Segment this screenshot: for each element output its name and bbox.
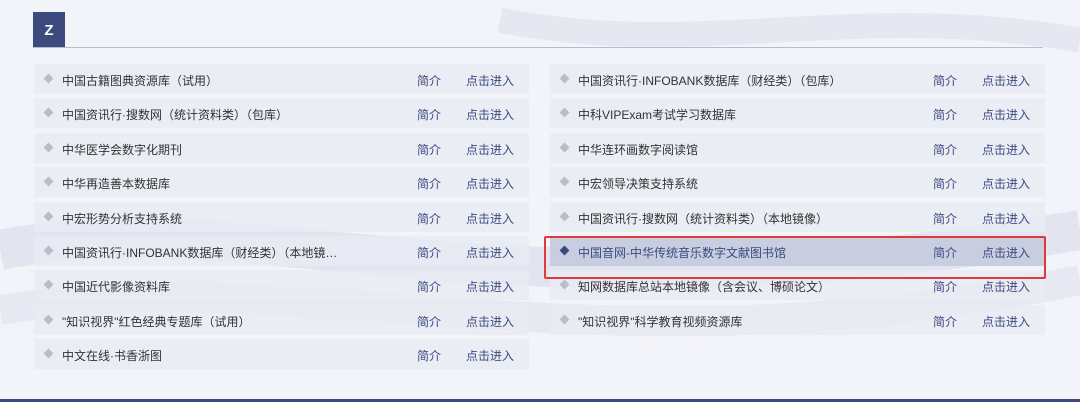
- enter-link[interactable]: 点击进入: [466, 347, 514, 364]
- database-row: 中宏领导决策支持系统 简介 点击进入: [550, 167, 1045, 198]
- database-title[interactable]: 中华医学会数字化期刊: [62, 141, 392, 158]
- database-row: 中国资讯行·INFOBANK数据库（财经类）（本地镜… 简介 点击进入: [34, 235, 529, 266]
- database-title[interactable]: 中文在线·书香浙图: [62, 347, 392, 364]
- enter-link[interactable]: 点击进入: [466, 313, 514, 330]
- intro-link[interactable]: 简介: [933, 210, 957, 227]
- diamond-bullet-icon: [43, 314, 54, 325]
- enter-link[interactable]: 点击进入: [466, 141, 514, 158]
- intro-link[interactable]: 简介: [417, 313, 441, 330]
- enter-link[interactable]: 点击进入: [982, 175, 1030, 192]
- enter-link[interactable]: 点击进入: [982, 210, 1030, 227]
- database-title[interactable]: 中科VIPExam考试学习数据库: [578, 106, 908, 123]
- database-row: 中国资讯行·搜数网（统计资料类）（包库） 简介 点击进入: [34, 98, 529, 129]
- enter-link[interactable]: 点击进入: [982, 278, 1030, 295]
- enter-link[interactable]: 点击进入: [982, 72, 1030, 89]
- database-row: 中华医学会数字化期刊 简介 点击进入: [34, 132, 529, 163]
- database-row: 中国古籍图典资源库（试用） 简介 点击进入: [34, 64, 529, 94]
- diamond-bullet-icon: [43, 279, 54, 290]
- database-title[interactable]: 中国资讯行·INFOBANK数据库（财经类）（本地镜…: [62, 244, 392, 261]
- database-row-active: 中国音网-中华传统音乐数字文献图书馆 简介 点击进入: [550, 235, 1045, 266]
- intro-link[interactable]: 简介: [417, 347, 441, 364]
- diamond-bullet-icon: [559, 279, 570, 290]
- diamond-bullet-icon: [559, 245, 570, 256]
- database-row: "知识视界"科学教育视频资源库 简介 点击进入: [550, 304, 1045, 335]
- left-database-list: 中国古籍图典资源库（试用） 简介 点击进入 中国资讯行·搜数网（统计资料类）（包库）…: [34, 64, 529, 374]
- database-row: 中科VIPExam考试学习数据库 简介 点击进入: [550, 98, 1045, 129]
- database-row: 中国近代影像资料库 简介 点击进入: [34, 270, 529, 301]
- intro-link[interactable]: 简介: [933, 313, 957, 330]
- diamond-bullet-icon: [43, 142, 54, 153]
- intro-link[interactable]: 简介: [933, 244, 957, 261]
- database-row: 中国资讯行·搜数网（统计资料类）（本地镜像） 简介 点击进入: [550, 201, 1045, 232]
- intro-link[interactable]: 简介: [417, 106, 441, 123]
- database-title[interactable]: 中国资讯行·搜数网（统计资料类）（本地镜像）: [578, 210, 908, 227]
- intro-link[interactable]: 简介: [933, 106, 957, 123]
- diamond-bullet-icon: [43, 176, 54, 187]
- database-title[interactable]: "知识视界"红色经典专题库（试用）: [62, 313, 392, 330]
- database-row: 中华连环画数字阅读馆 简介 点击进入: [550, 132, 1045, 163]
- diamond-bullet-icon: [559, 107, 570, 118]
- database-title[interactable]: 中国音网-中华传统音乐数字文献图书馆: [578, 244, 908, 261]
- diamond-bullet-icon: [43, 348, 54, 359]
- section-letter-tab: Z: [33, 12, 65, 48]
- enter-link[interactable]: 点击进入: [466, 244, 514, 261]
- diamond-bullet-icon: [559, 73, 570, 84]
- intro-link[interactable]: 简介: [933, 278, 957, 295]
- diamond-bullet-icon: [43, 245, 54, 256]
- enter-link[interactable]: 点击进入: [466, 175, 514, 192]
- diamond-bullet-icon: [559, 176, 570, 187]
- enter-link[interactable]: 点击进入: [466, 278, 514, 295]
- database-title[interactable]: 知网数据库总站本地镜像（含会议、博硕论文）: [578, 278, 908, 295]
- diamond-bullet-icon: [43, 211, 54, 222]
- database-row: 中华再造善本数据库 简介 点击进入: [34, 167, 529, 198]
- database-title[interactable]: 中华连环画数字阅读馆: [578, 141, 908, 158]
- intro-link[interactable]: 简介: [417, 175, 441, 192]
- diamond-bullet-icon: [559, 142, 570, 153]
- intro-link[interactable]: 简介: [933, 141, 957, 158]
- database-title[interactable]: 中宏形势分析支持系统: [62, 210, 392, 227]
- intro-link[interactable]: 简介: [417, 72, 441, 89]
- enter-link[interactable]: 点击进入: [982, 106, 1030, 123]
- database-row: 中国资讯行·INFOBANK数据库（财经类）（包库） 简介 点击进入: [550, 64, 1045, 94]
- diamond-bullet-icon: [43, 107, 54, 118]
- database-title[interactable]: 中国资讯行·搜数网（统计资料类）（包库）: [62, 106, 392, 123]
- intro-link[interactable]: 简介: [417, 210, 441, 227]
- diamond-bullet-icon: [43, 73, 54, 84]
- enter-link[interactable]: 点击进入: [466, 210, 514, 227]
- enter-link[interactable]: 点击进入: [466, 72, 514, 89]
- database-row: 中文在线·书香浙图 简介 点击进入: [34, 339, 529, 370]
- database-row: 知网数据库总站本地镜像（含会议、博硕论文） 简介 点击进入: [550, 270, 1045, 301]
- database-row: "知识视界"红色经典专题库（试用） 简介 点击进入: [34, 304, 529, 335]
- diamond-bullet-icon: [559, 314, 570, 325]
- diamond-bullet-icon: [559, 211, 570, 222]
- database-title[interactable]: 中国资讯行·INFOBANK数据库（财经类）（包库）: [578, 72, 908, 89]
- section-divider: [33, 47, 1043, 48]
- database-title[interactable]: 中国古籍图典资源库（试用）: [62, 72, 392, 89]
- database-title[interactable]: 中宏领导决策支持系统: [578, 175, 908, 192]
- intro-link[interactable]: 简介: [933, 175, 957, 192]
- database-title[interactable]: 中国近代影像资料库: [62, 278, 392, 295]
- enter-link[interactable]: 点击进入: [466, 106, 514, 123]
- enter-link[interactable]: 点击进入: [982, 244, 1030, 261]
- intro-link[interactable]: 简介: [417, 244, 441, 261]
- intro-link[interactable]: 简介: [933, 72, 957, 89]
- database-title[interactable]: "知识视界"科学教育视频资源库: [578, 313, 908, 330]
- intro-link[interactable]: 简介: [417, 278, 441, 295]
- enter-link[interactable]: 点击进入: [982, 313, 1030, 330]
- section-letter: Z: [44, 21, 54, 39]
- enter-link[interactable]: 点击进入: [982, 141, 1030, 158]
- database-title[interactable]: 中华再造善本数据库: [62, 175, 392, 192]
- database-row: 中宏形势分析支持系统 简介 点击进入: [34, 201, 529, 232]
- right-database-list: 中国资讯行·INFOBANK数据库（财经类）（包库） 简介 点击进入 中科VIPEx…: [550, 64, 1045, 339]
- intro-link[interactable]: 简介: [417, 141, 441, 158]
